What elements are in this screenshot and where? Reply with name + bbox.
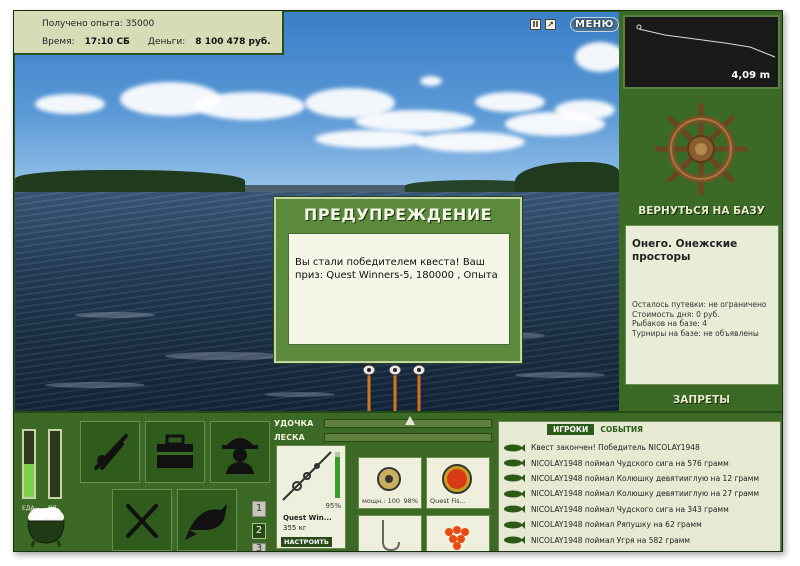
event-item: NICOLAY1948 поймал Ряпушку на 62 грамм xyxy=(499,517,782,532)
menu-button[interactable]: МЕНЮ xyxy=(570,17,619,32)
caviar-icon xyxy=(445,526,469,550)
angler-button[interactable] xyxy=(210,421,270,483)
player-info-panel: Получено опыта: 35000 Время: 17:10 СБ Де… xyxy=(14,11,284,55)
dialog-message: Вы стали победителем квеста! Ваш приз: Q… xyxy=(288,233,510,345)
reel-slot[interactable]: мощн.: 100 98% xyxy=(358,457,422,509)
event-item: NICOLAY1948 поймал Колюшку девятииглую н… xyxy=(499,486,782,501)
experience-label: Получено опыта: 35000 xyxy=(42,19,155,29)
food-meter xyxy=(22,429,36,499)
bottom-panel: ЕДА ЯД 1 2 3 УДО xyxy=(14,411,782,551)
bait-can-icon xyxy=(442,464,472,494)
sound-icon[interactable]: ↗ xyxy=(545,19,556,30)
catch-button[interactable] xyxy=(177,489,237,551)
slot-2-button[interactable]: 2 xyxy=(252,523,266,539)
bait-slot[interactable]: Quest Fis... xyxy=(426,457,490,509)
event-item: NICOLAY1948 поймал Чудского сига на 343 … xyxy=(499,502,782,517)
tab-players[interactable]: ИГРОКИ xyxy=(547,424,595,435)
hook-slot[interactable] xyxy=(358,515,422,551)
dialog-title: ПРЕДУПРЕЖДЕНИЕ xyxy=(303,205,493,224)
cauldron-icon[interactable] xyxy=(22,505,70,547)
reel-icon xyxy=(377,467,401,491)
right-panel: 4,09 m ВЕРНУТЬСЯ НА БАЗУ Онего. Онежские… xyxy=(619,11,782,411)
rod-name: Quest Win... xyxy=(283,514,332,522)
kitchen-button[interactable] xyxy=(112,489,172,551)
fish-icon xyxy=(504,459,525,468)
tackle-panel: УДОЧКА ЛЕСКА 95% Quest Win... 355 кг НАС… xyxy=(274,415,492,551)
fish-icon xyxy=(504,520,525,529)
location-title: Онего. Онежские просторы xyxy=(632,238,738,263)
time-label: Время: xyxy=(42,37,75,47)
reel-power: мощн.: 100 xyxy=(362,497,400,505)
hook-icon xyxy=(382,520,400,551)
event-item: NICOLAY1948 поймал Чудского сига на 576 … xyxy=(499,455,782,470)
pause-icon[interactable]: II xyxy=(530,19,541,30)
setup-button[interactable]: НАСТРОИТЬ xyxy=(281,537,332,547)
fish-icon xyxy=(504,443,525,452)
reel-durability: 98% xyxy=(403,497,418,505)
tab-events[interactable]: СОБЫТИЯ xyxy=(598,424,645,435)
poison-meter xyxy=(48,429,62,499)
stat-anglers: Рыбаков на базе: 4 xyxy=(632,319,707,328)
location-info: Онего. Онежские просторы Осталось путевк… xyxy=(625,225,779,385)
warning-dialog: ПРЕДУПРЕЖДЕНИЕ Вы стали победителем квес… xyxy=(274,197,522,363)
rod-card[interactable]: 95% Quest Win... 355 кг НАСТРОИТЬ xyxy=(276,445,346,549)
fork-knife-icon xyxy=(126,504,158,538)
angler-icon xyxy=(222,438,258,474)
ship-wheel-icon xyxy=(655,103,747,195)
rod-tension-bar xyxy=(324,415,492,428)
line-tension-bar xyxy=(324,432,492,442)
slot-3-button[interactable]: 3 xyxy=(252,543,266,551)
stat-day-cost: Стоимость дня: 0 руб. xyxy=(632,309,720,319)
bans-button[interactable]: ЗАПРЕТЫ xyxy=(619,394,782,406)
depth-graph: 4,09 m xyxy=(623,15,780,89)
fish-icon xyxy=(504,536,525,545)
time-value: 17:10 СБ xyxy=(84,37,130,47)
event-item: NICOLAY1948 поймал Колюшку девятииглую н… xyxy=(499,471,782,486)
tackle-box-icon xyxy=(157,434,193,468)
line-tension-label: ЛЕСКА xyxy=(274,432,305,442)
fish-icon xyxy=(504,505,525,514)
stat-permit: Осталось путевки: не ограничено xyxy=(632,300,767,309)
bait-name: Quest Fis... xyxy=(430,497,466,505)
depth-value: 4,09 m xyxy=(731,70,770,81)
money-label: Деньги: xyxy=(147,37,186,47)
events-panel: ИГРОКИ СОБЫТИЯ Квест закончен! Победител… xyxy=(498,421,782,551)
return-to-base-button[interactable]: ВЕРНУТЬСЯ НА БАЗУ xyxy=(619,205,782,217)
rod-durability: 95% xyxy=(325,502,341,510)
fish-icon xyxy=(504,489,525,498)
fish-icon xyxy=(504,474,525,483)
tackle-box-button[interactable] xyxy=(145,421,205,483)
event-item: Квест закончен! Победитель NICOLAY1948 xyxy=(499,440,782,455)
rod-tension-label: УДОЧКА xyxy=(274,418,314,428)
rod-floats-icon xyxy=(362,364,426,412)
game-window: II ↗ МЕНЮ Получено опыта: 35000 Время: 1… xyxy=(13,10,783,552)
fish-icon xyxy=(185,504,227,540)
rod-icon xyxy=(282,451,332,501)
rods-button[interactable] xyxy=(80,421,140,483)
event-item: NICOLAY1948 поймал Угря на 582 грамм xyxy=(499,532,782,547)
groundbait-slot[interactable] xyxy=(426,515,490,551)
rod-weight: 355 кг xyxy=(283,524,307,532)
fishing-rod-icon xyxy=(94,434,128,470)
money-value: 8 100 478 руб. xyxy=(195,37,271,47)
stat-tournaments: Турниры на базе: не объявлены xyxy=(632,328,759,338)
slot-1-button[interactable]: 1 xyxy=(252,501,266,517)
